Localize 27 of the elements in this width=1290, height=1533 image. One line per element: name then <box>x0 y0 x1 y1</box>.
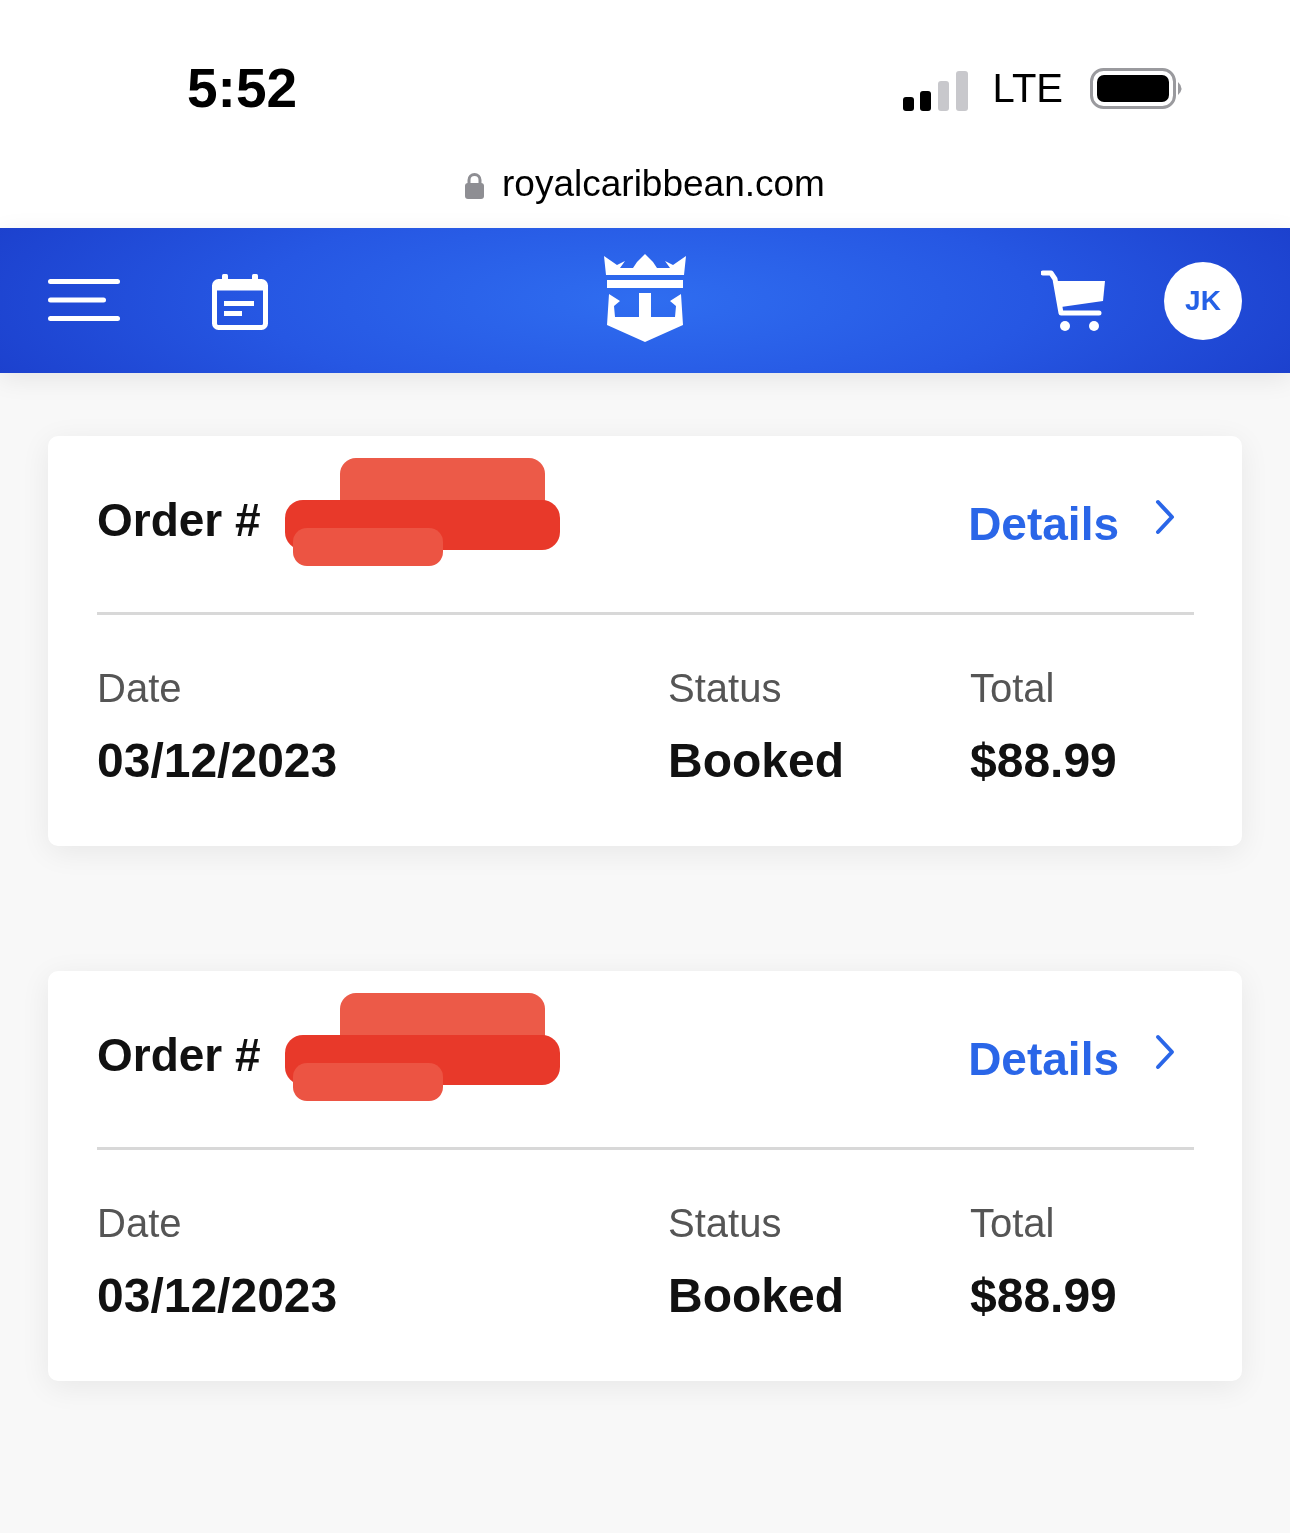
signal-icon <box>902 71 968 111</box>
field-label: Status <box>668 1200 782 1247</box>
field-value: 03/12/2023 <box>97 733 338 789</box>
network-type: LTE <box>992 66 1063 110</box>
order-label: Order # <box>97 1028 261 1082</box>
details-link[interactable]: Details <box>968 1032 1175 1086</box>
details-link[interactable]: Details <box>968 497 1175 551</box>
field-value: 03/12/2023 <box>97 1268 338 1324</box>
menu-icon[interactable] <box>48 278 120 321</box>
lock-icon <box>465 173 485 199</box>
clock-time: 5:52 <box>187 60 298 116</box>
cart-icon[interactable] <box>1041 268 1107 333</box>
avatar-button[interactable]: JK <box>1164 261 1242 340</box>
calendar-icon[interactable] <box>212 273 268 330</box>
field-value: Booked <box>668 1268 844 1324</box>
url-text: royalcaribbean.com <box>502 162 825 206</box>
chevron-right-icon <box>1155 1034 1175 1070</box>
field-label: Total <box>970 665 1055 712</box>
field-value: Booked <box>668 733 844 789</box>
field-label: Status <box>668 665 782 712</box>
field-value: $88.99 <box>970 733 1117 789</box>
chevron-right-icon <box>1155 499 1175 535</box>
order-label: Order # <box>97 493 261 547</box>
field-value: $88.99 <box>970 1268 1117 1324</box>
field-label: Total <box>970 1200 1055 1247</box>
field-label: Date <box>97 665 182 712</box>
field-label: Date <box>97 1200 182 1247</box>
